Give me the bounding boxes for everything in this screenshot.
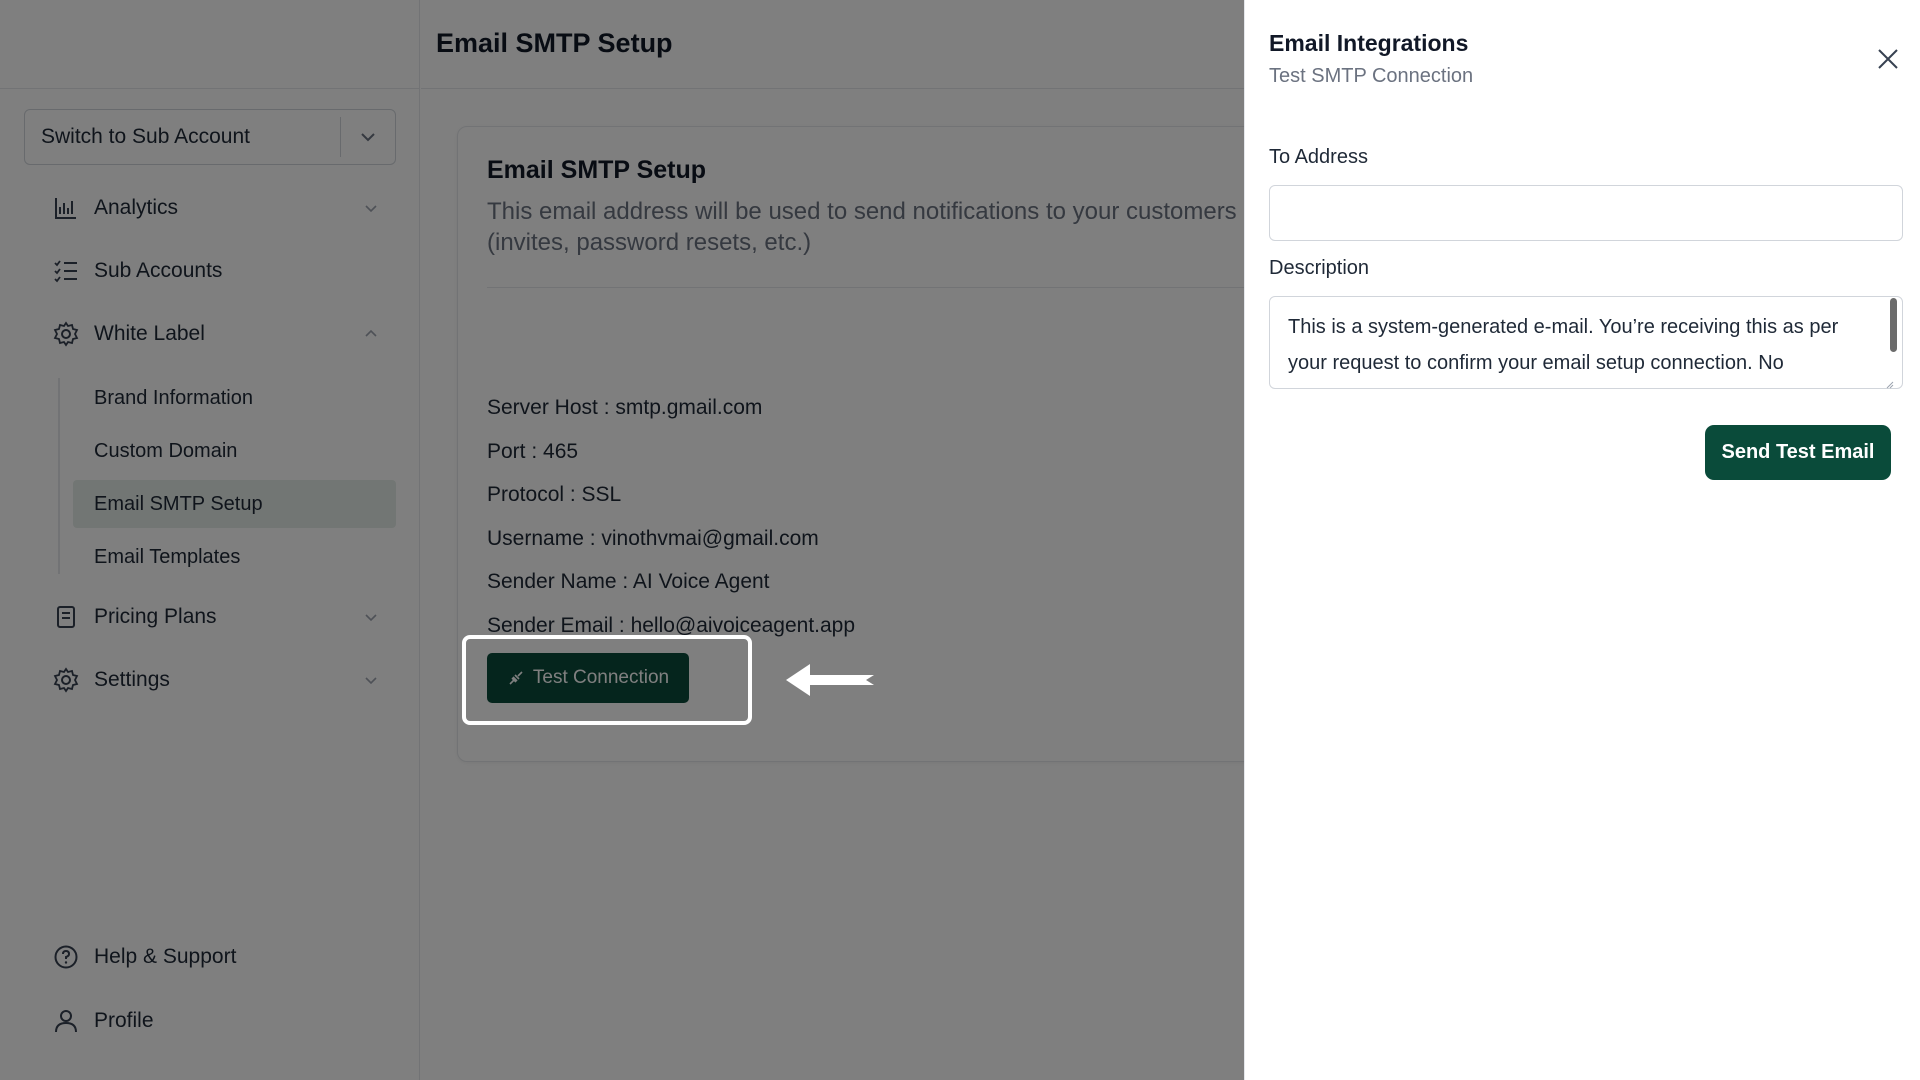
highlight-box	[462, 635, 752, 725]
drawer-subtitle: Test SMTP Connection	[1269, 65, 1474, 87]
close-icon[interactable]	[1873, 44, 1903, 74]
to-address-label: To Address	[1269, 146, 1368, 168]
email-integrations-drawer: Email Integrations Test SMTP Connection …	[1244, 0, 1920, 1080]
drawer-title: Email Integrations	[1269, 30, 1469, 56]
to-address-input[interactable]	[1269, 185, 1903, 241]
description-textarea[interactable]: This is a system-generated e-mail. You’r…	[1269, 296, 1903, 389]
description-label: Description	[1269, 257, 1370, 279]
description-scrollbar[interactable]	[1890, 298, 1897, 352]
resize-grip-icon[interactable]	[1884, 379, 1894, 389]
arrow-left-icon	[786, 664, 874, 696]
send-test-email-button[interactable]: Send Test Email	[1705, 425, 1891, 480]
